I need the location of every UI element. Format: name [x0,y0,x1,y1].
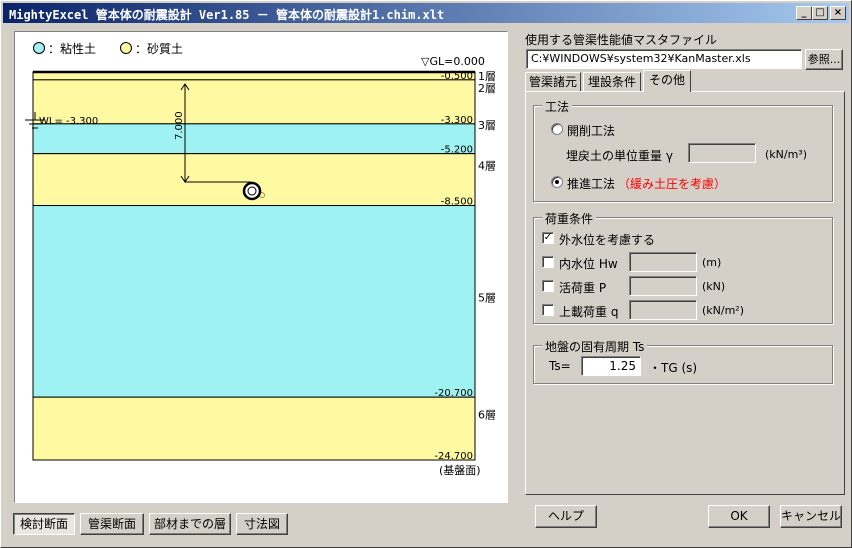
master-file-label: 使用する管渠性能値マスタファイル [525,33,718,47]
soil-section-drawing: ：粘性土 ：砂質土 ▽GL=0.000 WL= -3.300 7.000 ○ -… [25,41,496,477]
layer-name-3: 3層 [478,119,496,132]
jacking-radio[interactable] [551,176,563,188]
external-water-label: 外水位を考慮する [559,233,656,247]
ok-button[interactable]: OK [708,505,770,528]
cover-dimension-label: 7.000 [174,111,185,140]
master-file-path-field[interactable]: C:¥WINDOWS¥system32¥KanMaster.xls [526,49,802,69]
tab-dimension-drawing[interactable]: 寸法図 [236,513,288,535]
external-water-checkbox[interactable]: ✓ [542,232,554,244]
cancel-button[interactable]: キャンセル [780,505,842,528]
layer-name-2: 2層 [478,82,496,95]
open-cut-label: 開削工法 [567,124,616,138]
tab-burial-conditions[interactable]: 埋設条件 [583,72,641,91]
tab-pipe-section[interactable]: 管渠断面 [80,513,144,535]
clay-legend-swatch [33,42,45,54]
soil-layer-5 [32,205,476,398]
water-level-label: WL= -3.300 [39,116,98,127]
load-conditions-title: 荷重条件 [542,210,597,227]
soil-layer-6 [32,396,476,461]
tab-member-layers[interactable]: 部材までの層 [149,513,231,535]
gl-label: ▽GL=0.000 [421,55,485,68]
live-load-unit: (kN) [702,280,726,293]
section-panel: ：粘性土 ：砂質土 ▽GL=0.000 WL= -3.300 7.000 ○ -… [14,31,508,503]
browse-button[interactable]: 参照... [805,49,843,70]
depth-label-2: -3.300 [441,115,473,126]
surcharge-field[interactable] [629,300,697,320]
internal-water-unit: (m) [702,256,722,269]
backfill-weight-label: 埋戻土の単位重量 γ [566,149,673,163]
maximize-button[interactable]: □ [812,6,828,20]
tab-section-view[interactable]: 検討断面 [13,513,75,535]
jacking-label: 推進工法 [567,177,616,191]
bedrock-label: (基盤面) [439,464,481,477]
surcharge-unit: (kN/m²) [702,304,745,317]
natural-period-title: 地盤の固有周期 Ts [542,338,648,355]
internal-water-checkbox[interactable] [542,256,554,268]
live-load-checkbox[interactable] [542,280,554,292]
ts-unit: ・TG (s) [649,361,698,375]
sand-legend-swatch [120,42,132,54]
ts-input[interactable]: 1.25 [581,356,641,376]
depth-label-3: -5.200 [441,145,473,156]
title-bar: MightyExcel 管本体の耐震設計 Ver1.85 － 管本体の耐震設計1… [3,3,849,23]
construction-method-title: 工法 [542,98,573,115]
layer-name-5: 5層 [478,291,496,304]
depth-label-6: -24.700 [434,451,473,462]
surcharge-label: 上載荷重 q [559,305,619,319]
internal-water-field[interactable] [629,252,697,272]
soil-layer-3 [32,123,476,155]
depth-label-5: -20.700 [434,388,473,399]
svg-text:○: ○ [259,191,265,199]
help-button[interactable]: ヘルプ [535,505,597,528]
ts-label: Ts= [549,359,571,373]
layer-name-4: 4層 [478,160,496,173]
surcharge-checkbox[interactable] [542,304,554,316]
tab-other[interactable]: その他 [643,70,691,92]
depth-label-4: -8.500 [441,197,473,208]
minimize-button[interactable]: _ [796,6,812,20]
depth-label-1: -0.500 [441,71,473,82]
open-cut-radio[interactable] [551,123,563,135]
backfill-weight-field[interactable] [688,143,756,163]
jacking-note: （緩み土圧を考慮） [618,177,727,191]
window-title: MightyExcel 管本体の耐震設計 Ver1.85 － 管本体の耐震設計1… [9,8,445,22]
internal-water-label: 内水位 Hw [559,257,618,271]
main-window: MightyExcel 管本体の耐震設計 Ver1.85 － 管本体の耐震設計1… [0,0,852,548]
tab-pipe-specs[interactable]: 管渠諸元 [525,72,581,91]
live-load-label: 活荷重 P [559,281,607,295]
close-button[interactable]: × [830,6,846,20]
sand-legend-label: ：砂質土 [135,41,183,56]
layer-name-6: 6層 [478,409,496,422]
live-load-field[interactable] [629,276,697,296]
clay-legend-label: ：粘性土 [48,41,96,56]
backfill-weight-unit: (kN/m³) [765,148,808,161]
soil-layer-2 [32,79,476,125]
